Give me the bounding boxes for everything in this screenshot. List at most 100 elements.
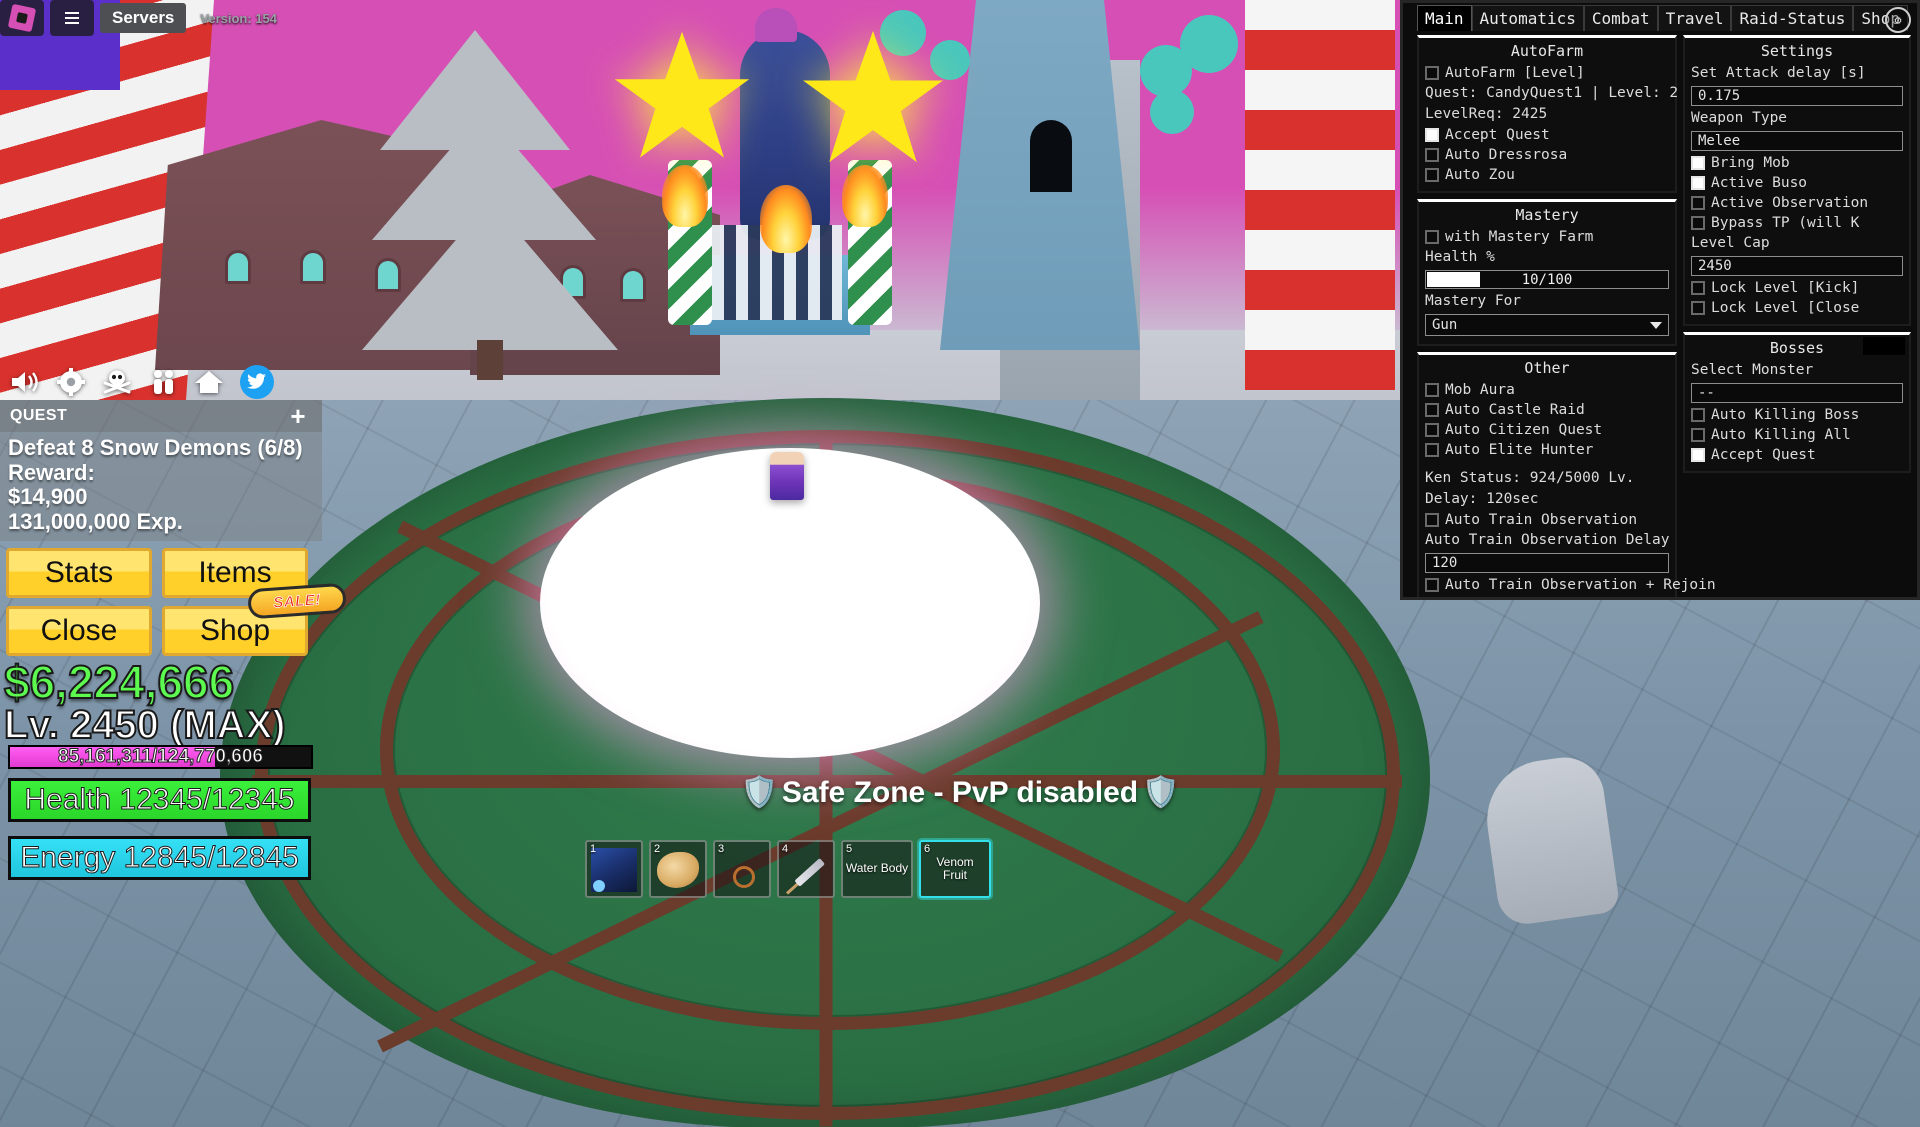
window (225, 250, 251, 284)
tab-raid-status[interactable]: Raid-Status (1731, 5, 1854, 31)
hotbar-slot-6[interactable]: 6 Venom Fruit (919, 840, 991, 898)
auto-zou-row[interactable]: Auto Zou (1425, 165, 1669, 185)
active-buso-row[interactable]: Active Buso (1691, 173, 1903, 193)
auto-elite-hunter-checkbox[interactable] (1425, 443, 1439, 457)
lock-level-kick-label: Lock Level [Kick] (1711, 280, 1860, 296)
auto-citizen-quest-row[interactable]: Auto Citizen Quest (1425, 420, 1669, 440)
tab-travel[interactable]: Travel (1657, 5, 1732, 31)
auto-train-delay-input[interactable]: 120 (1425, 553, 1669, 573)
gui-left-column: AutoFarm AutoFarm [Level] Quest: CandyQu… (1417, 35, 1716, 597)
pirate-skull-icon[interactable] (102, 367, 132, 397)
close-button[interactable]: Close (6, 606, 152, 656)
hotbar-slot-4[interactable]: 4 (777, 840, 835, 898)
accept-quest-row[interactable]: Accept Quest (1425, 125, 1669, 145)
auto-citizen-quest-label: Auto Citizen Quest (1445, 422, 1603, 438)
gui-settings-icon[interactable]: ⚙ (1885, 7, 1911, 33)
auto-citizen-quest-checkbox[interactable] (1425, 423, 1439, 437)
hotbar-item-label: Venom Fruit (936, 854, 974, 882)
quest-expand-button[interactable]: + (290, 403, 312, 429)
auto-castle-raid-checkbox[interactable] (1425, 403, 1439, 417)
auto-killing-boss-row[interactable]: Auto Killing Boss (1691, 405, 1903, 425)
tower-doorway (1030, 120, 1072, 192)
hud-icon-row (10, 365, 274, 399)
script-gui-window: Main Automatics Combat Travel Raid-Statu… (1400, 0, 1920, 600)
safe-zone-text: Safe Zone - PvP disabled (781, 775, 1139, 809)
settings-gear-icon[interactable] (56, 367, 86, 397)
auto-train-observation-row[interactable]: Auto Train Observation (1425, 510, 1669, 530)
twitter-icon[interactable] (240, 365, 274, 399)
autofarm-card: AutoFarm AutoFarm [Level] Quest: CandyQu… (1417, 35, 1678, 193)
center-flame (760, 185, 812, 253)
hotbar-slot-3[interactable]: 3 (713, 840, 771, 898)
auto-train-rejoin-row[interactable]: Auto Train Observation + Rejoin (1425, 575, 1716, 595)
mastery-for-dropdown[interactable]: Gun (1425, 314, 1669, 336)
bring-mob-checkbox[interactable] (1691, 156, 1705, 170)
bypass-tp-row[interactable]: Bypass TP (will K (1691, 213, 1903, 233)
tab-combat[interactable]: Combat (1583, 5, 1658, 31)
auto-castle-raid-row[interactable]: Auto Castle Raid (1425, 400, 1669, 420)
tab-main[interactable]: Main (1417, 5, 1472, 31)
roblox-menu-button[interactable] (50, 0, 94, 36)
auto-dressrosa-checkbox[interactable] (1425, 148, 1439, 162)
stats-button[interactable]: Stats (6, 548, 152, 598)
sound-icon[interactable] (10, 367, 40, 397)
bosses-card: Bosses Select Monster -- Auto Killing Bo… (1683, 332, 1911, 473)
auto-train-rejoin-checkbox[interactable] (1425, 578, 1439, 592)
settings-card: Settings Set Attack delay [s] 0.175 Weap… (1683, 35, 1911, 326)
active-observation-checkbox[interactable] (1691, 196, 1705, 210)
home-icon[interactable] (194, 367, 224, 397)
roblox-logo-button[interactable] (0, 0, 44, 36)
bosses-accept-quest-row[interactable]: Accept Quest (1691, 445, 1903, 465)
mob-aura-row[interactable]: Mob Aura (1425, 380, 1669, 400)
active-buso-checkbox[interactable] (1691, 176, 1705, 190)
gui-content: AutoFarm AutoFarm [Level] Quest: CandyQu… (1403, 31, 1917, 597)
hotbar-item-art (657, 852, 699, 888)
auto-elite-hunter-row[interactable]: Auto Elite Hunter (1425, 440, 1669, 460)
hotbar-slot-1[interactable]: 1 (585, 840, 643, 898)
tab-automatics[interactable]: Automatics (1471, 5, 1584, 31)
hotbar-slot-2[interactable]: 2 (649, 840, 707, 898)
lock-level-kick-row[interactable]: Lock Level [Kick] (1691, 278, 1903, 298)
accept-quest-checkbox[interactable] (1425, 128, 1439, 142)
pillar-flame-right (842, 165, 888, 227)
balloon (1140, 45, 1192, 97)
with-mastery-farm-checkbox[interactable] (1425, 230, 1439, 244)
lock-level-close-row[interactable]: Lock Level [Close (1691, 298, 1903, 318)
accept-quest-label: Accept Quest (1445, 127, 1550, 143)
auto-killing-all-label: Auto Killing All (1711, 427, 1851, 443)
servers-button[interactable]: Servers (100, 3, 187, 33)
hotbar-slot-5[interactable]: 5 Water Body (841, 840, 913, 898)
with-mastery-farm-row[interactable]: with Mastery Farm (1425, 227, 1669, 247)
auto-killing-all-checkbox[interactable] (1691, 428, 1705, 442)
quest-panel: QUEST + Defeat 8 Snow Demons (6/8) Rewar… (0, 400, 322, 541)
auto-killing-boss-checkbox[interactable] (1691, 408, 1705, 422)
bosses-accept-quest-label: Accept Quest (1711, 447, 1816, 463)
mob-aura-checkbox[interactable] (1425, 383, 1439, 397)
health-percent-slider[interactable]: 10/100 (1425, 270, 1669, 289)
lock-level-close-label: Lock Level [Close (1711, 300, 1860, 316)
main-menu-buttons: Stats Items Close Shop SALE! (6, 548, 347, 664)
autofarm-level-checkbox[interactable] (1425, 66, 1439, 80)
attack-delay-input[interactable]: 0.175 (1691, 86, 1903, 106)
active-observation-row[interactable]: Active Observation (1691, 193, 1903, 213)
health-bar: Health 12345/12345 (8, 778, 311, 822)
hotbar-slot-number: 2 (654, 843, 661, 855)
auto-killing-all-row[interactable]: Auto Killing All (1691, 425, 1903, 445)
xp-bar-text: 85,161,311/124,770,606 (58, 746, 264, 768)
autofarm-level-row[interactable]: AutoFarm [Level] (1425, 63, 1669, 83)
crew-icon[interactable] (148, 367, 178, 397)
level-cap-label: Level Cap (1691, 235, 1770, 251)
active-buso-label: Active Buso (1711, 175, 1808, 191)
level-cap-input[interactable]: 2450 (1691, 256, 1903, 276)
bring-mob-row[interactable]: Bring Mob (1691, 153, 1903, 173)
auto-zou-checkbox[interactable] (1425, 168, 1439, 182)
weapon-type-input[interactable]: Melee (1691, 131, 1903, 151)
lock-level-kick-checkbox[interactable] (1691, 281, 1705, 295)
auto-train-observation-checkbox[interactable] (1425, 513, 1439, 527)
snowman-hat (755, 8, 797, 42)
bosses-accept-quest-checkbox[interactable] (1691, 448, 1705, 462)
auto-dressrosa-row[interactable]: Auto Dressrosa (1425, 145, 1669, 165)
lock-level-close-checkbox[interactable] (1691, 301, 1705, 315)
bypass-tp-checkbox[interactable] (1691, 216, 1705, 230)
select-monster-input[interactable]: -- (1691, 383, 1903, 403)
